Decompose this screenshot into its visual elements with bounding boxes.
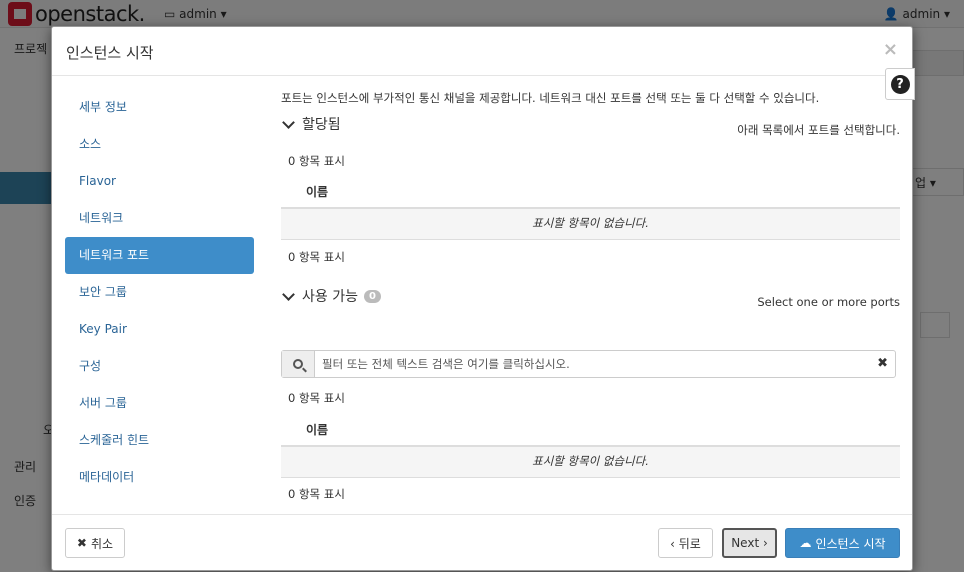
search-input[interactable] <box>322 351 862 377</box>
chevron-down-icon <box>282 287 295 301</box>
allocated-empty-row: 표시할 항목이 없습니다. <box>281 207 900 240</box>
intro-text: 포트는 인스턴스에 부가적인 통신 채널을 제공합니다. 네트워크 대신 포트를… <box>281 91 820 105</box>
available-empty-row: 표시할 항목이 없습니다. <box>281 445 900 478</box>
search-bar: ✖ <box>281 350 896 378</box>
close-icon: ✖ <box>76 536 87 550</box>
step-metadata[interactable]: 메타데이터 <box>65 459 254 496</box>
available-count-badge: 0 <box>363 289 381 303</box>
step-scheduler-hints[interactable]: 스케줄러 힌트 <box>65 422 254 459</box>
step-details[interactable]: 세부 정보 <box>65 89 254 126</box>
search-icon <box>293 359 303 369</box>
step-network-ports[interactable]: 네트워크 포트 <box>65 237 254 274</box>
available-count-bottom: 0 항목 표시 <box>288 487 345 501</box>
available-hint: Select one or more ports <box>757 295 900 309</box>
step-source[interactable]: 소스 <box>65 126 254 163</box>
close-icon[interactable]: × <box>883 39 898 60</box>
step-networks[interactable]: 네트워크 <box>65 200 254 237</box>
available-count-top: 0 항목 표시 <box>288 391 345 405</box>
cancel-label: 취소 <box>90 536 114 551</box>
available-title: 사용 가능 <box>302 289 358 305</box>
chevron-down-icon <box>282 115 295 129</box>
allocated-title: 할당됨 <box>302 117 341 133</box>
allocated-column-name[interactable]: 이름 <box>306 183 328 200</box>
step-security-groups[interactable]: 보안 그룹 <box>65 274 254 311</box>
launch-label: 인스턴스 시작 <box>815 536 886 551</box>
clear-search-icon[interactable]: ✖ <box>877 356 888 371</box>
next-button[interactable]: Next › <box>722 528 777 558</box>
cloud-upload-icon: ☁ <box>799 536 812 550</box>
available-toggle[interactable]: 사용 가능 0 <box>281 286 381 306</box>
wizard-steps: 세부 정보 소스 Flavor 네트워크 네트워크 포트 보안 그룹 Key P… <box>65 89 254 496</box>
step-server-groups[interactable]: 서버 그룹 <box>65 385 254 422</box>
search-icon-wrap <box>282 351 315 377</box>
modal-title: 인스턴스 시작 <box>66 44 154 62</box>
launch-instance-modal: 인스턴스 시작 × ? 세부 정보 소스 Flavor 네트워크 네트워크 포트… <box>51 26 915 572</box>
step-key-pair[interactable]: Key Pair <box>65 311 254 348</box>
allocated-toggle[interactable]: 할당됨 <box>281 114 341 134</box>
step-flavor[interactable]: Flavor <box>65 163 254 200</box>
allocated-count-bottom: 0 항목 표시 <box>288 250 345 264</box>
modal-header: 인스턴스 시작 × <box>52 27 912 76</box>
help-icon: ? <box>890 74 910 94</box>
launch-instance-button[interactable]: ☁ 인스턴스 시작 <box>785 528 900 558</box>
help-button[interactable]: ? <box>885 68 915 100</box>
available-column-name[interactable]: 이름 <box>306 421 328 438</box>
allocated-count-top: 0 항목 표시 <box>288 154 345 168</box>
modal-footer: ✖ 취소 ‹ 뒤로 Next › ☁ 인스턴스 시작 <box>52 514 912 572</box>
allocated-hint: 아래 목록에서 포트를 선택합니다. <box>737 123 900 137</box>
cancel-button[interactable]: ✖ 취소 <box>65 528 125 558</box>
back-button[interactable]: ‹ 뒤로 <box>658 528 713 558</box>
step-configuration[interactable]: 구성 <box>65 348 254 385</box>
